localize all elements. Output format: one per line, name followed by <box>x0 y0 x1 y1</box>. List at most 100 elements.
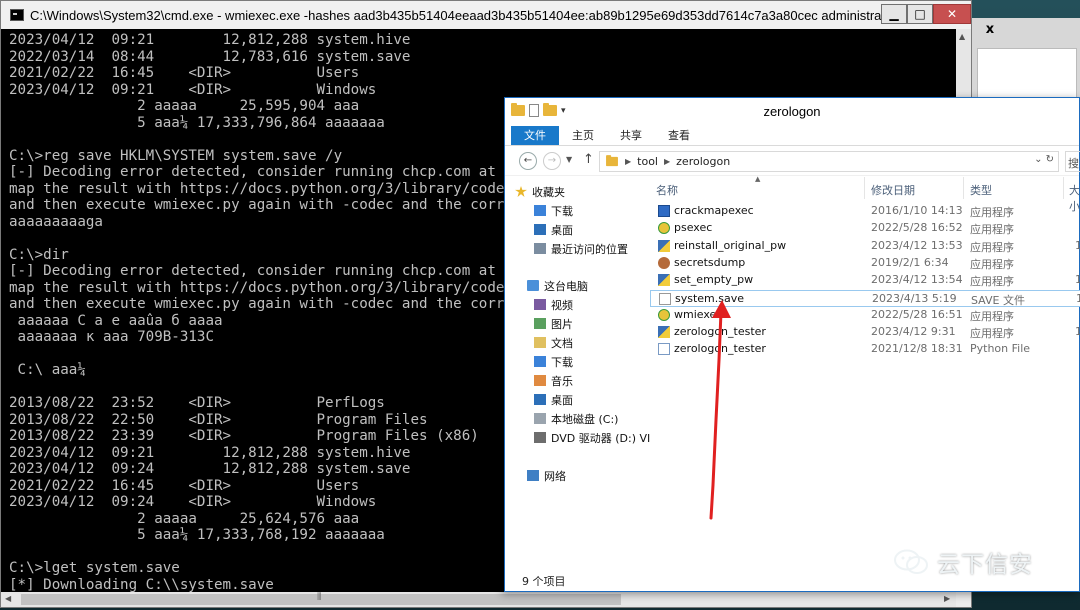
nav-item-label: 视频 <box>551 298 573 312</box>
tab-home[interactable]: 主页 <box>559 126 607 145</box>
scroll-up-arrow-icon[interactable]: ▲ <box>959 32 965 41</box>
file-size: 1 <box>1076 291 1080 305</box>
file-row[interactable]: reinstall_original_pw 2023/4/12 13:53 应用程序… <box>650 238 1080 255</box>
column-header-name[interactable]: 名称 <box>656 182 678 198</box>
file-size: 1 <box>1075 325 1080 339</box>
pictures-icon <box>534 318 546 329</box>
python-file-icon <box>658 343 670 356</box>
tab-view[interactable]: 查看 <box>655 126 703 145</box>
tab-share[interactable]: 共享 <box>607 126 655 145</box>
file-type: 应用程序 <box>970 240 1014 254</box>
nav-item-pictures[interactable]: 图片 <box>534 315 573 332</box>
file-type: 应用程序 <box>970 327 1014 341</box>
address-row: ← → ▼ ↑ ▶ tool ▶ zerologon ⌄ ↻ 搜 <box>505 146 1080 176</box>
file-row[interactable]: zerologon_tester 2023/4/12 9:31 应用程序 1 <box>650 324 1080 341</box>
nav-item-music[interactable]: 音乐 <box>534 372 573 389</box>
breadcrumb-chevron-icon[interactable]: ▶ <box>664 157 670 166</box>
column-header-type[interactable]: 类型 <box>970 182 992 198</box>
nav-item-label: DVD 驱动器 (D:) VI <box>551 431 651 445</box>
explorer-title-bar[interactable]: ▾ zerologon <box>505 98 1079 126</box>
sort-ascending-icon: ▲ <box>755 175 761 183</box>
address-dropdown-refresh-icon[interactable]: ⌄ ↻ <box>1034 154 1054 165</box>
nav-item-downloads-pc[interactable]: 下载 <box>534 353 573 370</box>
file-type: SAVE 文件 <box>971 293 1025 307</box>
horizontal-scrollbar[interactable]: ◀ ⦀ ▶ <box>1 592 956 607</box>
search-input[interactable]: 搜 <box>1065 151 1080 172</box>
scroll-left-arrow-icon[interactable]: ◀ <box>5 594 11 603</box>
scroll-grip-icon: ⦀ <box>317 592 322 603</box>
column-header-date[interactable]: 修改日期 <box>871 182 915 198</box>
nav-item-dvd-drive[interactable]: DVD 驱动器 (D:) VI <box>534 429 650 446</box>
recent-locations-chevron-icon[interactable]: ▼ <box>566 155 572 164</box>
computer-icon <box>527 280 539 291</box>
application-icon <box>658 308 670 321</box>
file-row[interactable]: psexec 2022/5/28 16:52 应用程序 <box>650 220 1080 237</box>
file-name: crackmapexec <box>674 204 754 217</box>
nav-item-label: 桌面 <box>551 223 573 237</box>
file-name: psexec <box>674 221 713 235</box>
nav-item-label: 下载 <box>551 204 573 218</box>
tab-file[interactable]: 文件 <box>511 126 559 145</box>
file-row[interactable]: system.save 2023/4/13 5:19 SAVE 文件 1 <box>650 289 1080 307</box>
nav-item-label: 桌面 <box>551 393 573 407</box>
nav-favorites[interactable]: 收藏夹 <box>515 183 565 200</box>
recent-places-icon <box>534 243 546 254</box>
back-arrow-icon[interactable]: ← <box>519 152 537 170</box>
breadcrumb-chevron-icon[interactable]: ▶ <box>625 157 631 166</box>
file-date: 2022/5/28 16:52 <box>871 221 963 235</box>
file-row[interactable]: secretsdump 2019/2/1 6:34 应用程序 <box>650 255 1080 272</box>
file-row[interactable]: wmiexec 2022/5/28 16:51 应用程序 <box>650 307 1080 324</box>
file-type: Python File <box>970 342 1031 356</box>
nav-item-desktop[interactable]: 桌面 <box>534 221 573 238</box>
download-icon <box>534 356 546 367</box>
breadcrumb-zerologon[interactable]: zerologon <box>676 155 730 168</box>
forward-arrow-icon[interactable]: → <box>543 152 561 170</box>
address-bar[interactable]: ▶ tool ▶ zerologon ⌄ ↻ <box>599 151 1059 172</box>
minimize-button[interactable]: ▁ <box>881 4 907 24</box>
maximize-button[interactable]: □ <box>907 4 933 24</box>
background-window-close-button[interactable]: x <box>977 22 1003 42</box>
breadcrumb-tool[interactable]: tool <box>637 155 658 168</box>
column-divider[interactable] <box>1063 177 1064 199</box>
file-date: 2019/2/1 6:34 <box>871 255 949 269</box>
file-date: 2023/4/13 5:19 <box>872 291 957 305</box>
close-button[interactable]: ✕ <box>933 4 971 24</box>
file-date: 2022/5/28 16:51 <box>871 307 963 321</box>
nav-item-label: 文档 <box>551 336 573 350</box>
nav-item-label: 本地磁盘 (C:) <box>551 412 619 426</box>
file-row[interactable]: zerologon_tester 2021/12/8 18:31 Python Fi… <box>650 341 1080 358</box>
file-date: 2021/12/8 18:31 <box>871 342 963 356</box>
file-size: 1 <box>1075 238 1080 252</box>
file-type: 应用程序 <box>970 309 1014 323</box>
dvd-drive-icon <box>534 432 546 443</box>
nav-network[interactable]: 网络 <box>527 467 566 484</box>
file-name: zerologon_tester <box>674 342 766 356</box>
file-row[interactable]: crackmapexec 2016/1/10 14:13 应用程序 <box>650 203 1080 220</box>
application-icon <box>658 256 670 269</box>
nav-item-desktop-pc[interactable]: 桌面 <box>534 391 573 408</box>
desktop-icon <box>534 224 546 235</box>
nav-item-downloads[interactable]: 下载 <box>534 202 573 219</box>
file-date: 2023/4/12 13:54 <box>871 273 963 287</box>
column-divider[interactable] <box>963 177 964 199</box>
column-headers: ▲ 名称 修改日期 类型 大小 <box>650 175 1080 213</box>
scroll-right-arrow-icon[interactable]: ▶ <box>944 594 950 603</box>
file-icon <box>659 292 671 305</box>
cmd-title-bar[interactable]: C:\Windows\System32\cmd.exe - wmiexec.ex… <box>1 1 971 29</box>
column-divider[interactable] <box>864 177 865 199</box>
explorer-window-title: zerologon <box>763 104 821 119</box>
music-icon <box>534 375 546 386</box>
nav-item-label: 图片 <box>551 317 573 331</box>
wechat-logo-icon <box>894 549 928 574</box>
nav-item-recent[interactable]: 最近访问的位置 <box>534 240 628 257</box>
application-icon <box>658 326 670 339</box>
nav-item-videos[interactable]: 视频 <box>534 296 573 313</box>
nav-this-pc[interactable]: 这台电脑 <box>527 277 588 294</box>
file-row[interactable]: set_empty_pw 2023/4/12 13:54 应用程序 1 <box>650 272 1080 289</box>
nav-item-documents[interactable]: 文档 <box>534 334 573 351</box>
up-arrow-icon[interactable]: ↑ <box>583 152 594 167</box>
file-name: reinstall_original_pw <box>674 238 787 252</box>
watermark: 云下信安 <box>893 545 1033 579</box>
network-icon <box>527 470 539 481</box>
nav-item-local-disk[interactable]: 本地磁盘 (C:) <box>534 410 618 427</box>
